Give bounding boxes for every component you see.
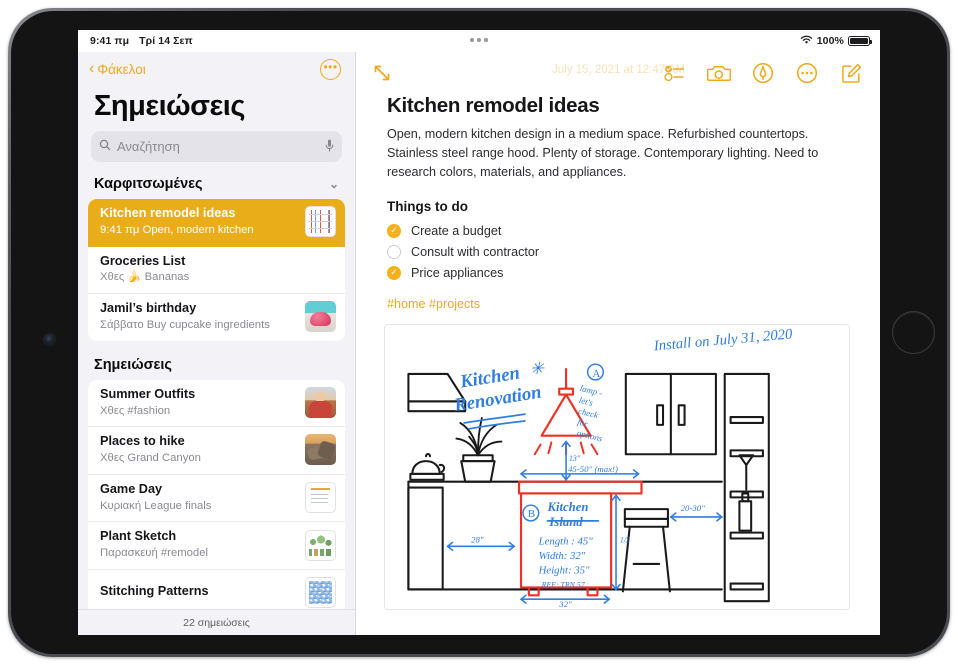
sketch-marker-b: B	[528, 508, 535, 520]
notes-list: Summer Outfits Χθες #fashion Places to h…	[88, 379, 345, 609]
checkbox-checked-icon[interactable]: ✓	[387, 223, 401, 238]
sketch-island-height-dim: 1/2	[620, 536, 630, 545]
note-thumbnail	[305, 576, 336, 608]
note-title: Plant Sketch	[100, 529, 177, 544]
sketch-counter-span-dim: 45-50" (max!)	[568, 464, 618, 474]
note-title: Summer Outfits	[100, 386, 196, 401]
sketch-island-length: Length : 45"	[538, 536, 594, 548]
note-toolbar	[357, 52, 880, 94]
ipad-screen: 9:41 πμ Τρί 14 Σεπ 100% ‹ Φάκελοι ••• Ση…	[78, 30, 880, 635]
note-row-groceries-list[interactable]: Groceries List Χθες 🍌 Bananas	[88, 247, 345, 295]
note-title: Places to hike	[100, 434, 185, 449]
sketch-island-width: Width: 32"	[539, 550, 586, 562]
note-title: Game Day	[100, 481, 163, 496]
note-sketch-attachment[interactable]: Kitchen Renovation ✳ Install on July 31,…	[384, 324, 850, 611]
checkbox-empty-icon[interactable]	[387, 244, 401, 259]
checkbox-checked-icon[interactable]: ✓	[387, 265, 401, 280]
note-description[interactable]: Open, modern kitchen design in a medium …	[387, 125, 827, 182]
todo-label: Create a budget	[411, 223, 502, 238]
todo-item-consult-with-contractor[interactable]: Consult with contractor	[387, 241, 850, 262]
expand-diagonal-icon[interactable]	[369, 60, 395, 86]
sketch-stool-gap-dim: 20-30"	[681, 503, 706, 513]
sketch-island-height: Height: 35"	[538, 565, 590, 577]
note-row-kitchen-remodel-ideas[interactable]: Kitchen remodel ideas 9:41 πμ Open, mode…	[88, 199, 345, 247]
sketch-island-width-dim: 32"	[558, 599, 572, 609]
sketch-island-label-1: Kitchen	[546, 500, 588, 514]
notes-sidebar: ‹ Φάκελοι ••• Σημειώσεις Καρφιτσωμένες ⌄	[78, 52, 356, 635]
compose-icon[interactable]	[836, 58, 866, 88]
note-thumbnail	[305, 434, 336, 466]
note-subtitle: 9:41 πμ Open, modern kitchen	[100, 223, 254, 236]
note-thumbnail	[305, 386, 336, 418]
note-title: Kitchen remodel ideas	[100, 206, 236, 220]
todo-label: Consult with contractor	[411, 244, 540, 259]
todo-label: Price appliances	[411, 265, 504, 280]
section-header-notes: Σημειώσεις	[78, 357, 355, 380]
note-title: Stitching Patterns	[100, 584, 209, 599]
sidebar-more-button[interactable]: •••	[320, 58, 341, 80]
note-row-jamils-birthday[interactable]: Jamil’s birthday Σάββατο Buy cupcake ing…	[88, 294, 345, 341]
sketch-marker-a: A	[593, 368, 601, 380]
note-thumbnail	[305, 206, 336, 238]
section-title: Σημειώσεις	[94, 356, 172, 373]
home-button[interactable]	[892, 311, 935, 354]
note-row-summer-outfits[interactable]: Summer Outfits Χθες #fashion	[88, 380, 345, 428]
back-to-folders-button[interactable]: ‹ Φάκελοι	[89, 61, 146, 77]
note-subtitle: Παρασκευή #remodel	[100, 547, 208, 560]
sidebar-scroll-area[interactable]: ‹ Φάκελοι ••• Σημειώσεις Καρφιτσωμένες ⌄	[78, 52, 355, 609]
note-subtitle: Χθες Grand Canyon	[100, 452, 201, 465]
note-subtitle: Σάββατο Buy cupcake ingredients	[100, 318, 270, 331]
todo-item-create-a-budget[interactable]: ✓ Create a budget	[387, 220, 850, 241]
camera-icon[interactable]	[704, 58, 734, 88]
note-thumbnail	[305, 529, 336, 561]
page-title: Σημειώσεις	[94, 90, 245, 122]
note-row-stitching-patterns[interactable]: Stitching Patterns	[88, 570, 345, 609]
pinned-notes-list: Kitchen remodel ideas 9:41 πμ Open, mode…	[88, 199, 345, 341]
note-title: Jamil’s birthday	[100, 301, 197, 316]
note-detail-pane: July 15, 2021 at 12:47 AM Kitchen remode…	[357, 52, 880, 635]
todo-item-price-appliances[interactable]: ✓ Price appliances	[387, 262, 850, 283]
sketch-island-label-2: Island	[548, 515, 583, 529]
note-row-places-to-hike[interactable]: Places to hike Χθες Grand Canyon	[88, 427, 345, 475]
kitchen-elevation-sketch: Kitchen Renovation ✳ Install on July 31,…	[407, 327, 794, 609]
section-title: Καρφιτσωμένες	[94, 176, 203, 192]
note-thumbnail	[305, 301, 336, 333]
back-label: Φάκελοι	[97, 61, 146, 77]
chevron-down-icon[interactable]: ⌄	[329, 177, 339, 191]
markup-pen-icon[interactable]	[748, 58, 778, 88]
sketch-asterisk: ✳	[530, 359, 545, 378]
search-bar[interactable]	[91, 131, 342, 162]
note-body: Kitchen remodel ideas Open, modern kitch…	[357, 94, 880, 311]
search-input[interactable]	[117, 139, 319, 154]
note-heading[interactable]: Kitchen remodel ideas	[387, 94, 850, 118]
note-tags[interactable]: #home #projects	[387, 297, 850, 311]
note-thumbnail	[305, 482, 336, 513]
sketch-island-ref: REF: TRN 57	[541, 581, 586, 590]
front-camera-icon	[44, 334, 55, 345]
todo-heading: Things to do	[387, 199, 468, 215]
notes-count-footer: 22 σημειώσεις	[78, 609, 355, 635]
ellipsis-circle-icon[interactable]	[792, 58, 822, 88]
note-subtitle: Χθες 🍌 Bananas	[100, 271, 190, 284]
note-subtitle: Χθες #fashion	[100, 404, 171, 417]
checklist-icon[interactable]	[660, 58, 690, 88]
section-header-pinned: Καρφιτσωμένες ⌄	[78, 176, 355, 199]
microphone-icon[interactable]	[325, 139, 334, 155]
sidebar-navbar: ‹ Φάκελοι •••	[78, 52, 355, 86]
sketch-lamp-drop-dim: 13"	[569, 455, 581, 464]
sketch-left-gap-dim: 28"	[471, 535, 484, 545]
chevron-left-icon: ‹	[89, 60, 95, 77]
note-row-plant-sketch[interactable]: Plant Sketch Παρασκευή #remodel	[88, 522, 345, 570]
sketch-lamp-note-5: options	[576, 428, 604, 444]
note-subtitle: Κυριακή League finals	[100, 499, 212, 512]
note-row-game-day[interactable]: Game Day Κυριακή League finals	[88, 475, 345, 523]
multitasking-handle[interactable]	[78, 38, 880, 42]
note-title: Groceries List	[100, 253, 186, 268]
sketch-install-note: Install on July 31, 2020	[652, 327, 793, 355]
search-icon	[99, 139, 111, 154]
